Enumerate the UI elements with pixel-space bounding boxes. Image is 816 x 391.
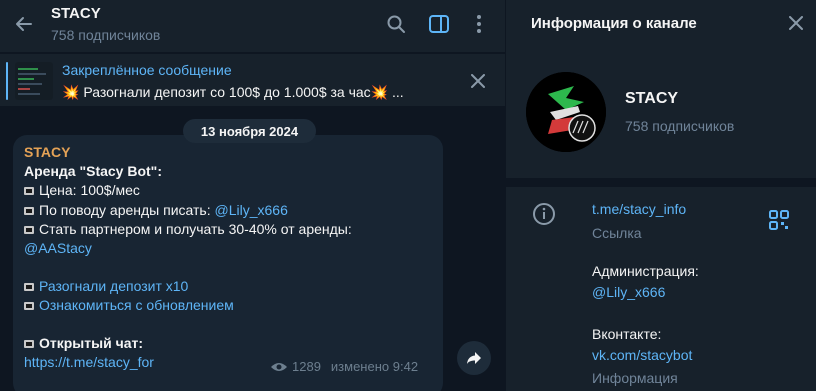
- open-chat-link[interactable]: https://t.me/stacy_for: [24, 354, 154, 370]
- sidebar-toggle-icon: [429, 15, 449, 33]
- message-author[interactable]: STACY: [24, 144, 70, 160]
- pinned-thumbnail: [15, 62, 53, 100]
- qr-code-icon: [769, 210, 789, 230]
- bullet-icon: [24, 207, 34, 215]
- qr-code-button[interactable]: [768, 209, 790, 231]
- deposit-post-link[interactable]: Разогнали депозит x10: [39, 278, 188, 294]
- chat-pane: STACY 758 подписчиков Закреплённое сообщ…: [0, 0, 505, 391]
- channel-subscribers: 758 подписчиков: [625, 118, 735, 134]
- info-close-button[interactable]: [784, 11, 808, 35]
- info-circle-icon: [532, 202, 556, 226]
- telegram-window: STACY 758 подписчиков Закреплённое сообщ…: [0, 0, 816, 391]
- chat-title[interactable]: STACY: [51, 5, 101, 22]
- eye-icon: [271, 362, 287, 371]
- channel-link[interactable]: t.me/stacy_info: [592, 201, 686, 217]
- close-icon: [471, 74, 485, 88]
- message-heading: Аренда "Stacy Bot":: [24, 163, 162, 179]
- description-label: Информация: [592, 370, 678, 386]
- more-button[interactable]: [467, 12, 491, 36]
- bullet-icon: [24, 340, 34, 348]
- search-button[interactable]: [384, 12, 408, 36]
- chat-header: STACY 758 подписчиков: [0, 0, 505, 52]
- chat-subscribers: 758 подписчиков: [51, 27, 161, 43]
- back-button[interactable]: [12, 12, 36, 36]
- pinned-message-bar[interactable]: Закреплённое сообщение 💥 Разогнали депоз…: [0, 53, 505, 106]
- search-icon: [387, 15, 405, 33]
- pinned-close-button[interactable]: [466, 69, 490, 93]
- vk-label: Вконтакте:: [592, 326, 662, 342]
- close-icon: [789, 16, 803, 30]
- channel-link-label: Ссылка: [592, 225, 642, 241]
- message-link1-line: Разогнали депозит x10: [24, 278, 188, 294]
- share-button[interactable]: [457, 341, 491, 375]
- admin-mention-link[interactable]: @Lily_x666: [592, 284, 665, 300]
- date-separator: 13 ноября 2024: [183, 119, 316, 143]
- partner-mention-link[interactable]: @AAStacy: [24, 240, 92, 256]
- pinned-text: 💥 Разогнали депозит со 100$ до 1.000$ за…: [62, 84, 404, 100]
- sidebar-toggle-button[interactable]: [427, 12, 451, 36]
- message-link2-line: Ознакомиться с обновлением: [24, 297, 234, 313]
- message-contact-text: По поводу аренды писать:: [39, 202, 215, 218]
- admin-label: Администрация:: [592, 263, 699, 279]
- contact-mention-link[interactable]: @Lily_x666: [215, 202, 288, 218]
- view-count: 1289: [292, 359, 321, 374]
- section-divider: [506, 178, 816, 187]
- update-post-link[interactable]: Ознакомиться с обновлением: [39, 297, 234, 313]
- message-open-chat-line: Открытый чат:: [24, 335, 143, 351]
- edited-time: изменено 9:42: [330, 359, 419, 374]
- pinned-indicator: [6, 62, 8, 100]
- bullet-icon: [24, 302, 34, 310]
- vk-link[interactable]: vk.com/stacybot: [592, 347, 692, 363]
- message-price-line: Цена: 100$/мес: [24, 182, 140, 198]
- message-partner-line: Стать партнером и получать 30-40% от аре…: [24, 221, 352, 237]
- more-vertical-icon: [477, 15, 481, 33]
- arrow-left-icon: [16, 17, 32, 31]
- message-meta: 1289 изменено 9:42: [270, 359, 418, 374]
- channel-name: STACY: [625, 90, 679, 107]
- channel-avatar[interactable]: [526, 72, 606, 152]
- bullet-icon: [24, 226, 34, 234]
- message-contact-line: По поводу аренды писать: @Lily_x666: [24, 202, 288, 218]
- open-chat-label: Открытый чат:: [39, 335, 144, 351]
- info-title: Информация о канале: [531, 15, 697, 32]
- pinned-title: Закреплённое сообщение: [62, 62, 232, 78]
- message-partner-text: Стать партнером и получать 30-40% от аре…: [39, 221, 352, 237]
- bullet-icon: [24, 187, 34, 195]
- message-price: Цена: 100$/мес: [39, 182, 140, 198]
- share-arrow-icon: [467, 352, 481, 364]
- bullet-icon: [24, 283, 34, 291]
- channel-info-pane: Информация о канале STACY 758 подписчико…: [506, 0, 816, 391]
- stacy-logo-icon: [526, 72, 606, 152]
